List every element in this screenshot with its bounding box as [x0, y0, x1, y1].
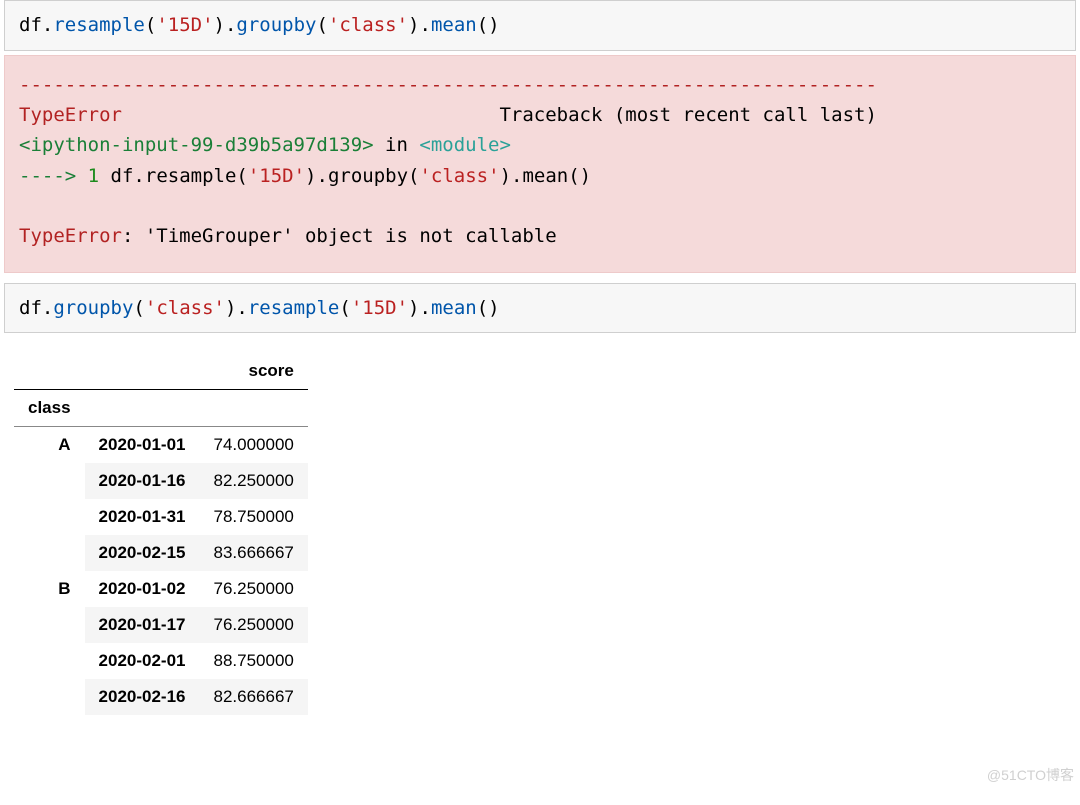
row-index-date: 2020-01-02: [85, 571, 200, 607]
row-index-date: 2020-01-31: [85, 499, 200, 535]
row-index-class: [14, 643, 85, 679]
index-blank: [14, 353, 85, 390]
code-token: 'class': [145, 297, 225, 319]
code-cell-1[interactable]: df.resample('15D').groupby('class').mean…: [4, 0, 1076, 51]
cell-score: 76.250000: [200, 607, 308, 643]
cell-score: 82.666667: [200, 679, 308, 715]
row-index-class: [14, 463, 85, 499]
row-index-class: [14, 535, 85, 571]
error-output: ----------------------------------------…: [4, 55, 1076, 273]
code-cell-2[interactable]: df.groupby('class').resample('15D').mean…: [4, 283, 1076, 334]
row-index-class: [14, 499, 85, 535]
column-header-score: score: [200, 353, 308, 390]
table-row: 2020-02-0188.750000: [14, 643, 308, 679]
row-index-date: 2020-01-01: [85, 427, 200, 464]
dataframe-output: score class A2020-01-0174.0000002020-01-…: [0, 333, 1080, 745]
code-token: '15D': [351, 297, 408, 319]
code-token: '15D': [156, 14, 213, 36]
code-token: 'class': [328, 14, 408, 36]
row-index-class: [14, 679, 85, 715]
table-row: A2020-01-0174.000000: [14, 427, 308, 464]
table-row: 2020-02-1583.666667: [14, 535, 308, 571]
index-name-date: [85, 390, 200, 427]
cell-score: 78.750000: [200, 499, 308, 535]
error-type: TypeError: [19, 104, 122, 126]
code-token: df: [19, 297, 42, 319]
row-index-class: A: [14, 427, 85, 464]
code-token: resample: [53, 14, 145, 36]
error-message: : 'TimeGrouper' object is not callable: [122, 225, 557, 247]
table-row: 2020-02-1682.666667: [14, 679, 308, 715]
row-index-class: [14, 607, 85, 643]
index-blank: [85, 353, 200, 390]
code-token: resample: [248, 297, 340, 319]
cell-score: 74.000000: [200, 427, 308, 464]
cell-score: 82.250000: [200, 463, 308, 499]
error-divider: ----------------------------------------…: [19, 74, 877, 96]
code-token: mean: [431, 297, 477, 319]
index-name-class: class: [14, 390, 85, 427]
row-index-date: 2020-02-15: [85, 535, 200, 571]
row-index-class: B: [14, 571, 85, 607]
code-token: df: [19, 14, 42, 36]
row-index-date: 2020-01-17: [85, 607, 200, 643]
row-index-date: 2020-02-16: [85, 679, 200, 715]
table-row: 2020-01-1682.250000: [14, 463, 308, 499]
module-ref: <module>: [419, 134, 511, 156]
watermark: @51CTO博客: [987, 765, 1074, 785]
line-number: 1: [88, 165, 99, 187]
table-row: 2020-01-3178.750000: [14, 499, 308, 535]
table-row: 2020-01-1776.250000: [14, 607, 308, 643]
code-token: groupby: [236, 14, 316, 36]
code-token: groupby: [53, 297, 133, 319]
cell-score: 83.666667: [200, 535, 308, 571]
result-table: score class A2020-01-0174.0000002020-01-…: [14, 353, 308, 715]
error-arrow-icon: ---->: [19, 165, 88, 187]
table-row: B2020-01-0276.250000: [14, 571, 308, 607]
code-token: mean: [431, 14, 477, 36]
ipython-input-ref: <ipython-input-99-d39b5a97d139>: [19, 134, 374, 156]
row-index-date: 2020-01-16: [85, 463, 200, 499]
row-index-date: 2020-02-01: [85, 643, 200, 679]
cell-score: 88.750000: [200, 643, 308, 679]
error-type-bottom: TypeError: [19, 225, 122, 247]
cell-score: 76.250000: [200, 571, 308, 607]
traceback-label: Traceback (most recent call last): [499, 104, 877, 126]
